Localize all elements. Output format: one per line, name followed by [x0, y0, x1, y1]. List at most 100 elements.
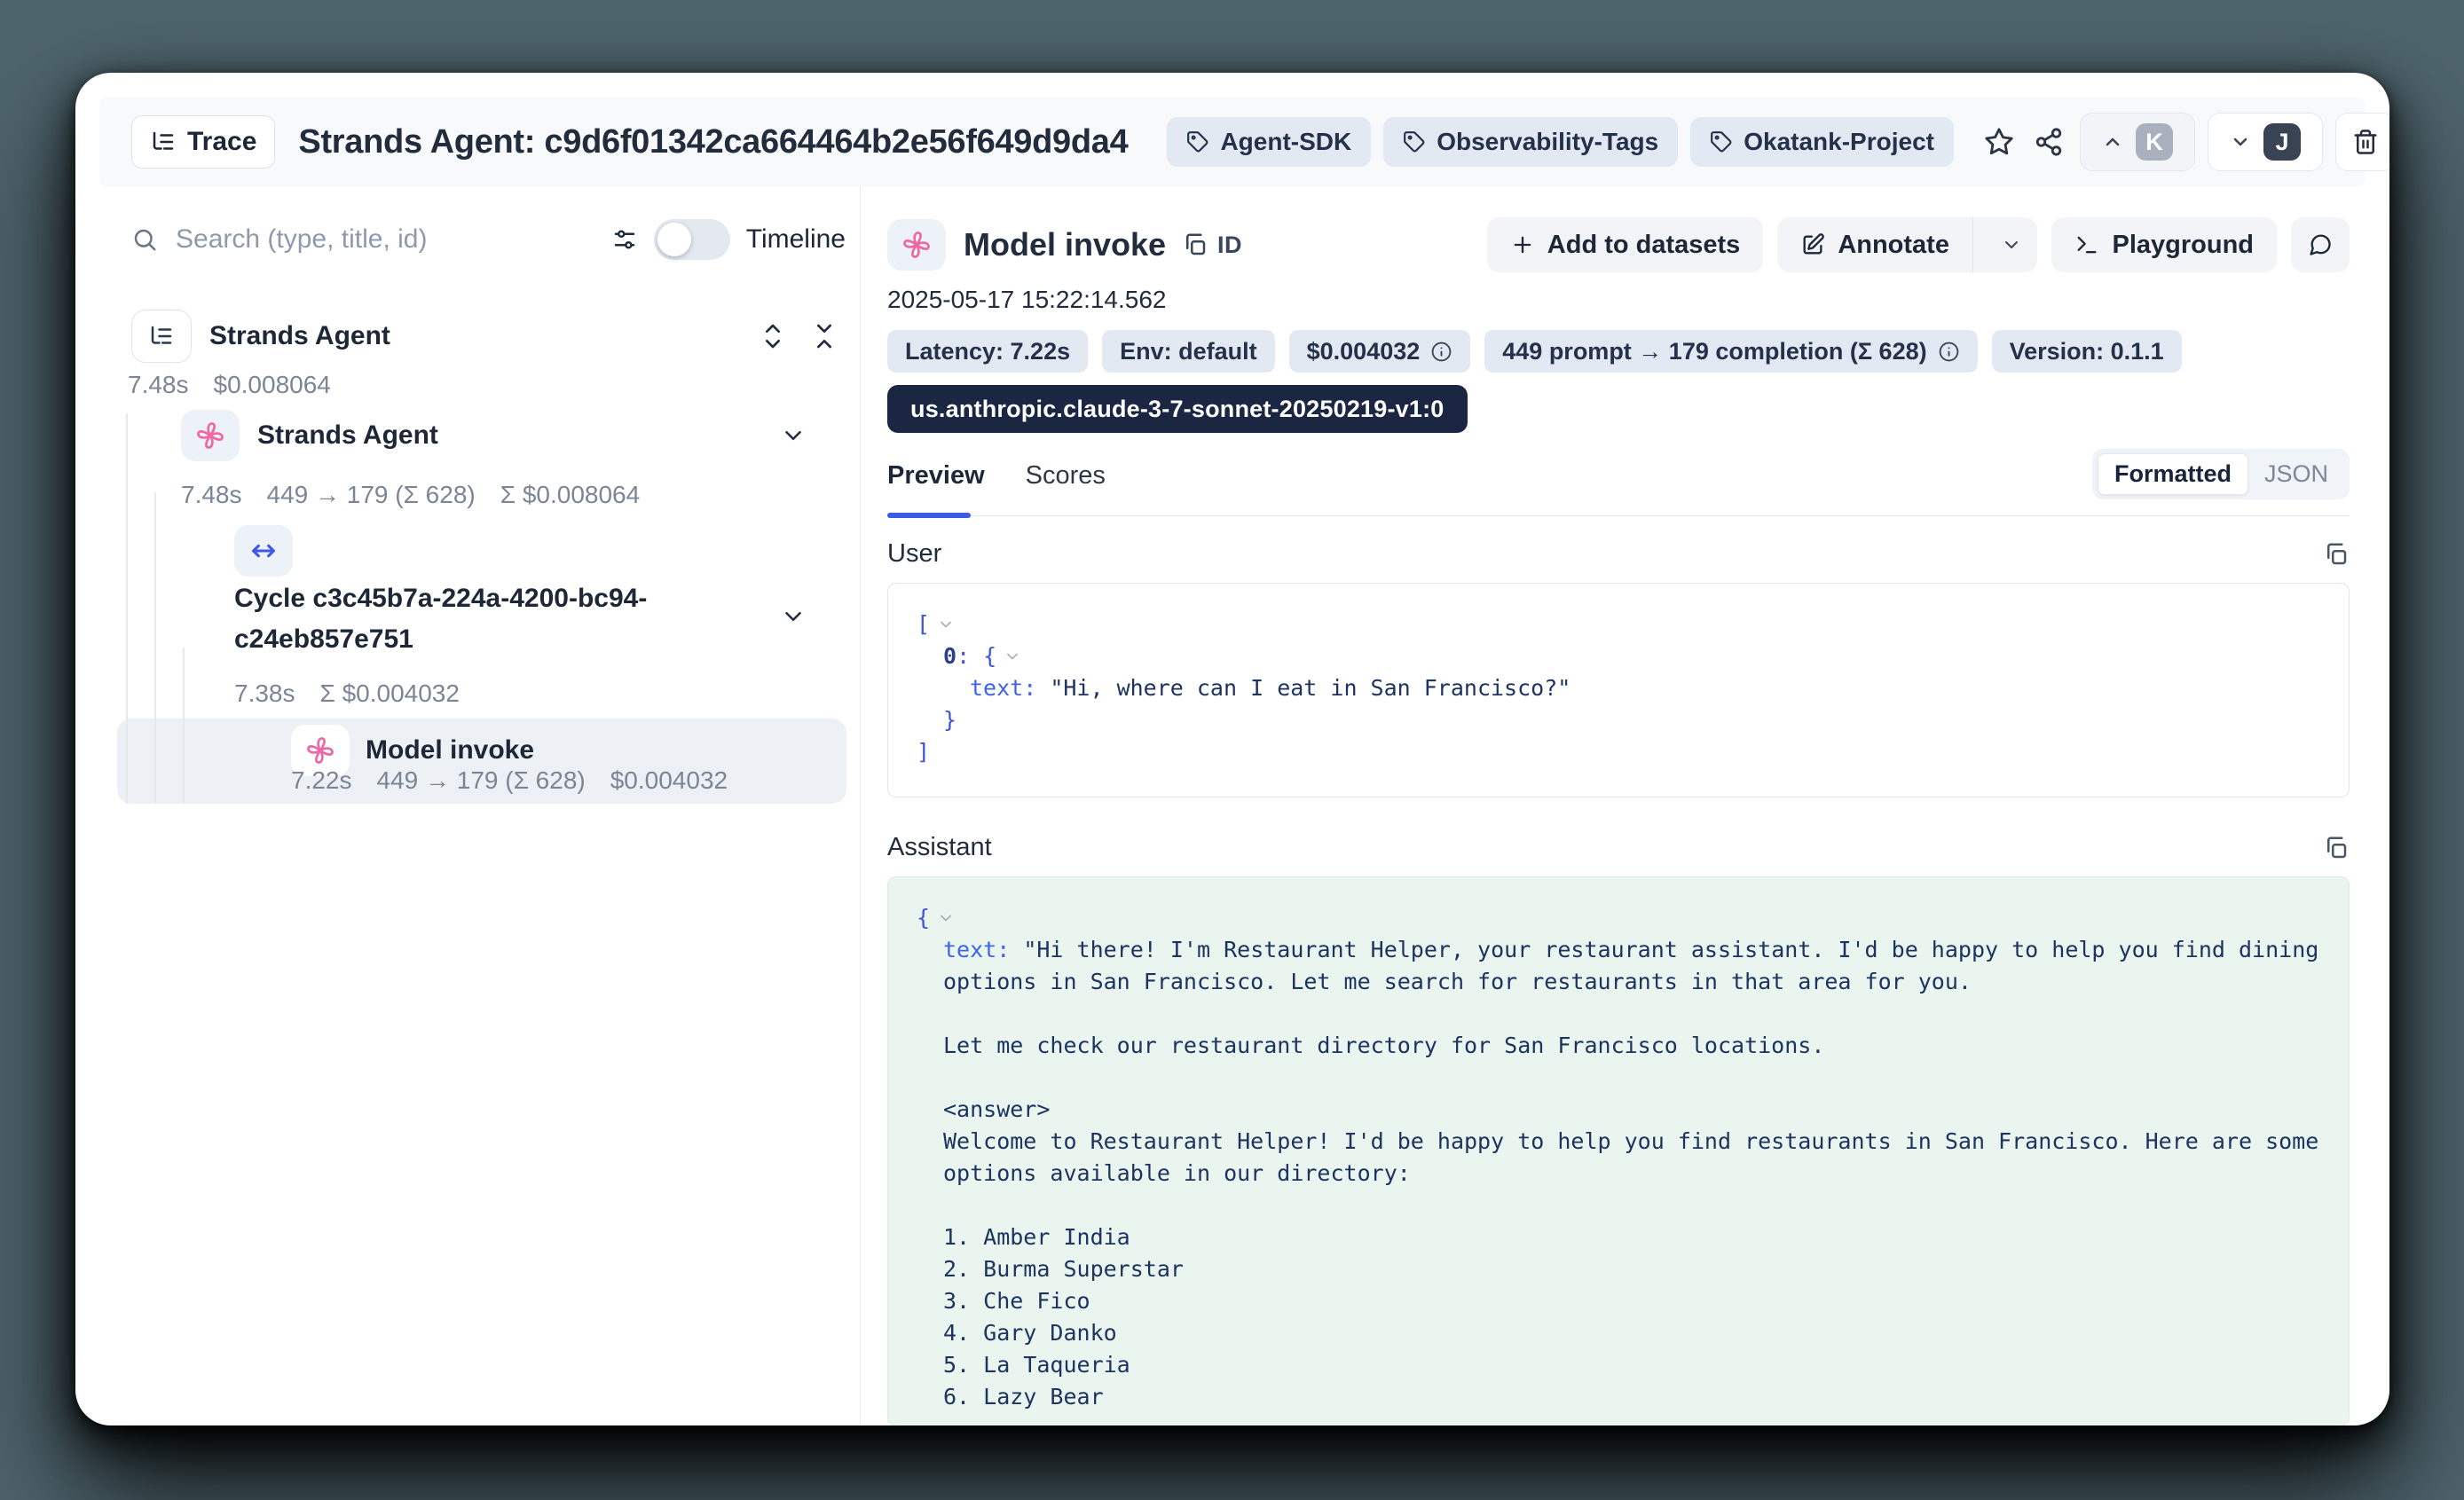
- agent-pinwheel-icon: [303, 734, 337, 767]
- chevron-down-icon: [2230, 131, 2251, 153]
- arrows-left-right-icon: [248, 536, 279, 566]
- comments-button[interactable]: [2291, 217, 2350, 272]
- version-badge: Version: 0.1.1: [1992, 330, 2182, 373]
- observation-title-row: Model invoke ID Add to datasets Annotate: [887, 218, 2350, 271]
- tab-scores[interactable]: Scores: [1026, 461, 1106, 491]
- id-label: ID: [1217, 232, 1242, 259]
- star-icon[interactable]: [1984, 127, 2014, 157]
- observation-detail-panel: Model invoke ID Add to datasets Annotate: [860, 186, 2366, 1425]
- assistant-section-header: Assistant: [887, 833, 2350, 862]
- user-section-title: User: [887, 539, 941, 569]
- tree-node-metrics: 7.48s 449 → 179 (Σ 628) Σ $0.008064: [181, 481, 640, 509]
- terminal-icon: [2074, 232, 2099, 257]
- agent-pinwheel-icon: [193, 419, 227, 452]
- env-badge: Env: default: [1102, 330, 1275, 373]
- tree-node-trace-root[interactable]: Strands Agent: [131, 309, 838, 364]
- code-line: text: "Hi, where can I eat in San Franci…: [917, 672, 2320, 704]
- expand-all-icon[interactable]: [759, 322, 787, 350]
- format-toggle: Formatted JSON: [2092, 449, 2350, 499]
- duration: 7.22s: [291, 766, 352, 795]
- tree-node-cycle[interactable]: Cycle c3c45b7a-224a-4200-bc94-c24eb857e7…: [234, 578, 767, 660]
- tag-icon: [1403, 130, 1426, 153]
- annotate-pen-icon: [1800, 232, 1825, 257]
- chevron-down-icon[interactable]: [780, 603, 807, 630]
- tag-icon: [1710, 130, 1733, 153]
- button-divider: [1972, 217, 1974, 272]
- collapse-chevron-icon[interactable]: [937, 616, 955, 633]
- tag-okatank-project[interactable]: Okatank-Project: [1690, 117, 1954, 167]
- user-message-block: [ 0: { text: "Hi, where can I eat in San…: [887, 583, 2350, 797]
- tag-icon: [1186, 130, 1209, 153]
- plus-icon: [1510, 232, 1535, 257]
- app-window: Trace Strands Agent: c9d6f01342ca664464b…: [75, 73, 2389, 1425]
- tree-node-metrics: 7.48s $0.008064: [128, 371, 331, 399]
- timeline-toggle[interactable]: [654, 219, 730, 260]
- share-icon[interactable]: [2034, 127, 2064, 157]
- header-nav-controls: K J: [2080, 113, 2389, 171]
- tree-node-metrics: 7.22s 449 → 179 (Σ 628) $0.004032: [291, 766, 728, 795]
- list-tree-icon: [150, 129, 177, 155]
- collapse-all-icon[interactable]: [810, 322, 838, 350]
- format-option-json[interactable]: JSON: [2248, 454, 2344, 494]
- tag-list: Agent-SDK Observability-Tags Okatank-Pro…: [1167, 117, 1954, 167]
- filter-sliders-icon[interactable]: [611, 226, 638, 253]
- delete-trace-button[interactable]: [2335, 113, 2389, 171]
- duration: 7.48s: [181, 481, 242, 509]
- copy-id-icon[interactable]: [1182, 232, 1208, 258]
- next-trace-button[interactable]: J: [2208, 113, 2323, 171]
- tree-node-title: Strands Agent: [257, 420, 438, 451]
- tree-expand-controls: [759, 322, 838, 350]
- code-line: }: [917, 704, 2320, 736]
- annotate-button[interactable]: Annotate: [1777, 217, 2037, 272]
- code-line: {: [917, 902, 2320, 934]
- info-icon[interactable]: [1430, 341, 1452, 363]
- comment-bubble-icon: [2308, 232, 2333, 257]
- collapse-chevron-icon[interactable]: [1004, 648, 1021, 665]
- tree-node-agent[interactable]: Strands Agent: [181, 408, 838, 463]
- page-title: Strands Agent: c9d6f01342ca664464b2e56f6…: [298, 123, 1128, 161]
- previous-trace-button[interactable]: K: [2080, 113, 2195, 171]
- avatar-k: K: [2136, 123, 2173, 161]
- cost: $0.004032: [610, 766, 728, 795]
- code-line: 0: {: [917, 640, 2320, 672]
- assistant-message-block: { text: "Hi there! I'm Restaurant Helper…: [887, 876, 2350, 1425]
- tag-agent-sdk[interactable]: Agent-SDK: [1167, 117, 1371, 167]
- tab-preview[interactable]: Preview: [887, 461, 985, 491]
- trace-badge-label: Trace: [187, 127, 256, 157]
- copy-icon[interactable]: [2323, 835, 2350, 861]
- model-badge-row: us.anthropic.claude-3-7-sonnet-20250219-…: [887, 385, 2350, 433]
- code-line: [: [917, 609, 2320, 640]
- tree-node-title: Model invoke: [366, 735, 534, 766]
- tokens: 449 → 179 (Σ 628): [267, 481, 476, 509]
- list-tree-icon: [148, 323, 175, 349]
- format-option-formatted[interactable]: Formatted: [2098, 453, 2248, 495]
- tree-node-title: Strands Agent: [209, 321, 390, 351]
- search-icon: [131, 226, 158, 253]
- cycle-node-badge: [234, 525, 293, 577]
- tree-node-model-invoke-selected[interactable]: Model invoke 7.22s 449 → 179 (Σ 628) $0.…: [117, 719, 846, 804]
- header-quick-actions: [1984, 127, 2064, 157]
- model-name-badge[interactable]: us.anthropic.claude-3-7-sonnet-20250219-…: [887, 385, 1468, 433]
- info-icon[interactable]: [1938, 341, 1960, 363]
- trash-icon: [2352, 129, 2379, 155]
- avatar-j: J: [2263, 123, 2301, 161]
- agent-pinwheel-icon: [900, 228, 933, 262]
- playground-button[interactable]: Playground: [2051, 217, 2277, 272]
- trace-header: Trace Strands Agent: c9d6f01342ca664464b…: [99, 98, 2366, 186]
- tree-search-row: Timeline: [131, 211, 846, 268]
- chevron-down-icon: [2001, 234, 2022, 255]
- collapse-chevron-icon[interactable]: [937, 909, 955, 927]
- observation-timestamp: 2025-05-17 15:22:14.562: [887, 286, 2350, 314]
- annotate-menu-chevron[interactable]: [1986, 217, 2037, 272]
- tree-guide-line: [126, 413, 128, 804]
- latency-badge: Latency: 7.22s: [887, 330, 1088, 373]
- search-input[interactable]: [174, 224, 595, 255]
- chevron-down-icon[interactable]: [780, 422, 807, 449]
- detail-tabs: Preview Scores Formatted JSON: [887, 449, 2350, 516]
- add-to-datasets-button[interactable]: Add to datasets: [1487, 217, 1764, 272]
- tag-observability-tags[interactable]: Observability-Tags: [1383, 117, 1678, 167]
- copy-icon[interactable]: [2323, 541, 2350, 568]
- cost: Σ $0.004032: [320, 679, 460, 708]
- tree-guide-line: [183, 648, 185, 804]
- cost: Σ $0.008064: [500, 481, 640, 509]
